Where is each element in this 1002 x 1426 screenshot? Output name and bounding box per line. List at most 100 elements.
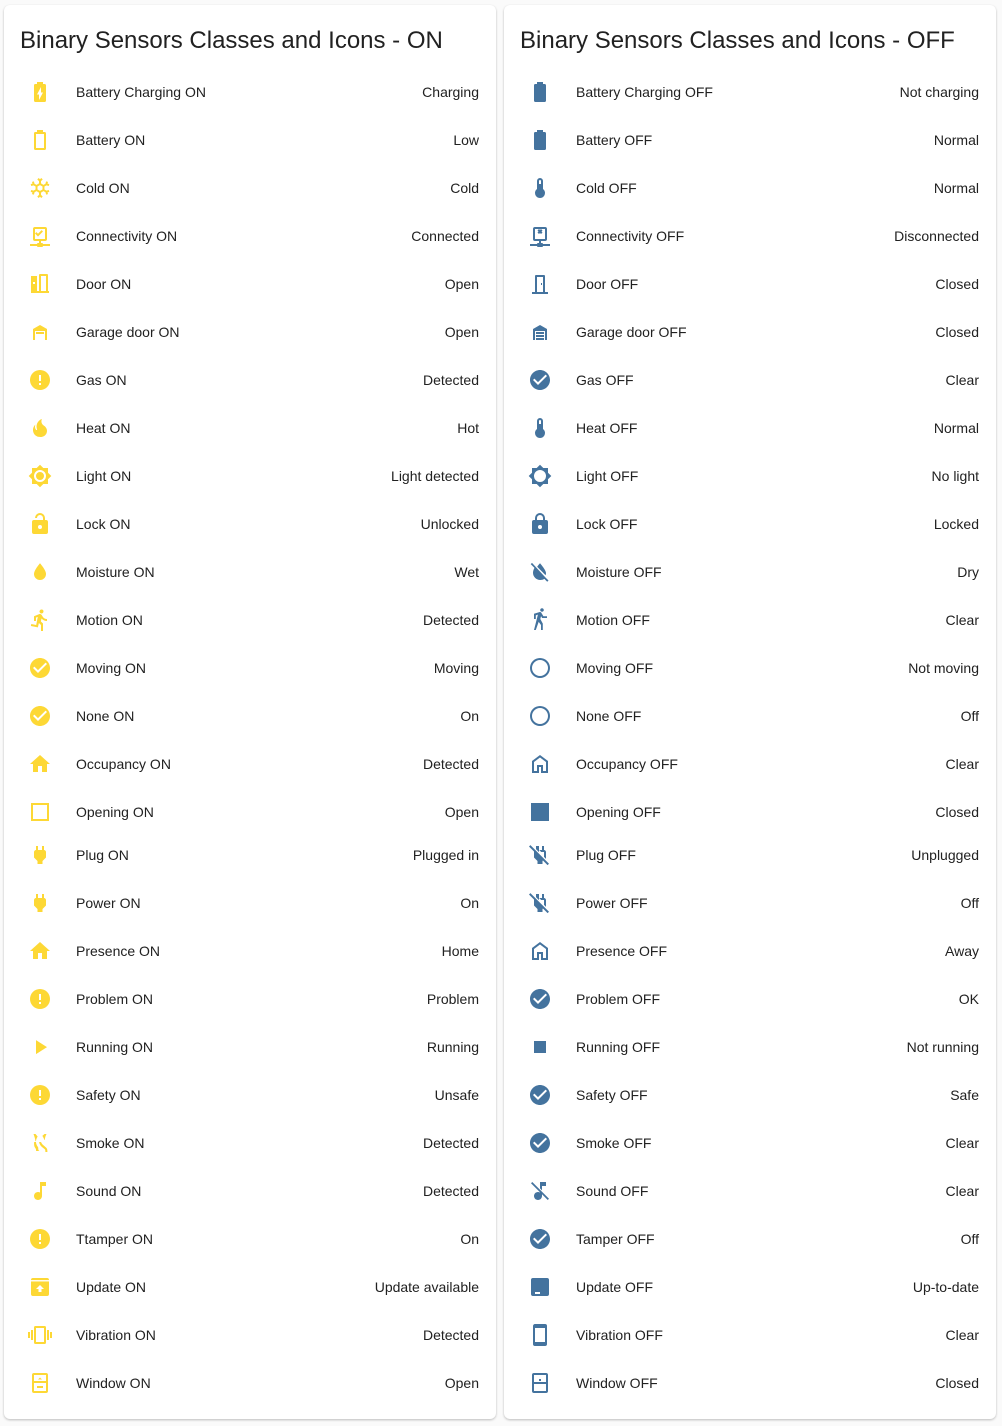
entity-name[interactable]: Occupancy ON — [76, 756, 171, 772]
entity-row[interactable]: Smoke ON Detected — [4, 1123, 496, 1163]
entity-row[interactable]: Door ON Open — [4, 264, 496, 304]
entity-row[interactable]: Moisture ON Wet — [4, 552, 496, 592]
entity-row[interactable]: Heat OFF Normal — [504, 408, 996, 448]
entity-row[interactable]: Door OFF Closed — [504, 264, 996, 304]
entity-name[interactable]: Vibration OFF — [576, 1327, 663, 1343]
entity-name[interactable]: Smoke OFF — [576, 1135, 651, 1151]
entity-name[interactable]: Cold OFF — [576, 180, 637, 196]
entity-name[interactable]: Battery Charging ON — [76, 84, 206, 100]
entity-row[interactable]: Battery ON Low — [4, 120, 496, 160]
entity-row[interactable]: Safety OFF Safe — [504, 1075, 996, 1115]
entity-row[interactable]: Cold OFF Normal — [504, 168, 996, 208]
entity-row[interactable]: Window OFF Closed — [504, 1363, 996, 1403]
entity-row[interactable]: Battery Charging OFF Not charging — [504, 72, 996, 112]
entity-row[interactable]: Problem OFF OK — [504, 979, 996, 1019]
entity-name[interactable]: Motion OFF — [576, 612, 650, 628]
entity-name[interactable]: Running ON — [76, 1039, 153, 1055]
entity-row[interactable]: Vibration OFF Clear — [504, 1315, 996, 1355]
entity-row[interactable]: Lock ON Unlocked — [4, 504, 496, 544]
entity-row[interactable]: Problem ON Problem — [4, 979, 496, 1019]
entity-name[interactable]: Tamper OFF — [576, 1231, 655, 1247]
entity-row[interactable]: Connectivity ON Connected — [4, 216, 496, 256]
entity-name[interactable]: Garage door ON — [76, 324, 180, 340]
entity-name[interactable]: Moving OFF — [576, 660, 653, 676]
entity-row[interactable]: Sound OFF Clear — [504, 1171, 996, 1211]
entity-row[interactable]: Running OFF Not running — [504, 1027, 996, 1067]
entity-row[interactable]: Occupancy OFF Clear — [504, 744, 996, 784]
entity-row[interactable]: None OFF Off — [504, 696, 996, 736]
entity-name[interactable]: Connectivity ON — [76, 228, 177, 244]
entity-row[interactable]: Opening OFF Closed — [504, 792, 996, 832]
entity-name[interactable]: Gas ON — [76, 372, 127, 388]
entity-name[interactable]: Moving ON — [76, 660, 146, 676]
entity-row[interactable]: Plug ON Plugged in — [4, 835, 496, 875]
entity-row[interactable]: Opening ON Open — [4, 792, 496, 832]
entity-name[interactable]: Lock OFF — [576, 516, 637, 532]
entity-name[interactable]: Gas OFF — [576, 372, 634, 388]
entity-name[interactable]: Motion ON — [76, 612, 143, 628]
entity-name[interactable]: Moisture ON — [76, 564, 155, 580]
entity-name[interactable]: Power OFF — [576, 895, 648, 911]
entity-name[interactable]: Update OFF — [576, 1279, 653, 1295]
entity-name[interactable]: Battery Charging OFF — [576, 84, 713, 100]
entity-name[interactable]: None OFF — [576, 708, 641, 724]
entity-name[interactable]: Battery ON — [76, 132, 145, 148]
entity-row[interactable]: Light OFF No light — [504, 456, 996, 496]
entity-row[interactable]: Garage door OFF Closed — [504, 312, 996, 352]
entity-name[interactable]: Occupancy OFF — [576, 756, 678, 772]
entity-name[interactable]: Door OFF — [576, 276, 638, 292]
entity-name[interactable]: Heat ON — [76, 420, 130, 436]
entity-row[interactable]: Gas OFF Clear — [504, 360, 996, 400]
entity-name[interactable]: Window OFF — [576, 1375, 658, 1391]
entity-name[interactable]: Update ON — [76, 1279, 146, 1295]
entity-row[interactable]: Lock OFF Locked — [504, 504, 996, 544]
entity-name[interactable]: Cold ON — [76, 180, 130, 196]
entity-row[interactable]: Power ON On — [4, 883, 496, 923]
entity-row[interactable]: Running ON Running — [4, 1027, 496, 1067]
entity-row[interactable]: Plug OFF Unplugged — [504, 835, 996, 875]
entity-row[interactable]: Occupancy ON Detected — [4, 744, 496, 784]
entity-name[interactable]: Lock ON — [76, 516, 130, 532]
entity-row[interactable]: Update OFF Up-to-date — [504, 1267, 996, 1307]
entity-name[interactable]: Connectivity OFF — [576, 228, 684, 244]
entity-row[interactable]: Light ON Light detected — [4, 456, 496, 496]
entity-row[interactable]: Garage door ON Open — [4, 312, 496, 352]
entity-row[interactable]: Cold ON Cold — [4, 168, 496, 208]
entity-row[interactable]: Gas ON Detected — [4, 360, 496, 400]
entity-name[interactable]: Safety ON — [76, 1087, 141, 1103]
entity-name[interactable]: Sound ON — [76, 1183, 141, 1199]
entity-name[interactable]: Light OFF — [576, 468, 638, 484]
entity-name[interactable]: Ttamper ON — [76, 1231, 153, 1247]
entity-name[interactable]: Opening OFF — [576, 804, 661, 820]
entity-row[interactable]: Presence ON Home — [4, 931, 496, 971]
entity-name[interactable]: Light ON — [76, 468, 131, 484]
entity-row[interactable]: Battery OFF Normal — [504, 120, 996, 160]
entity-row[interactable]: Connectivity OFF Disconnected — [504, 216, 996, 256]
entity-row[interactable]: Moving OFF Not moving — [504, 648, 996, 688]
entity-name[interactable]: Plug OFF — [576, 847, 636, 863]
entity-name[interactable]: Sound OFF — [576, 1183, 648, 1199]
entity-name[interactable]: Window ON — [76, 1375, 151, 1391]
entity-name[interactable]: Battery OFF — [576, 132, 652, 148]
entity-row[interactable]: Smoke OFF Clear — [504, 1123, 996, 1163]
entity-name[interactable]: Opening ON — [76, 804, 154, 820]
entity-row[interactable]: Tamper OFF Off — [504, 1219, 996, 1259]
entity-name[interactable]: Smoke ON — [76, 1135, 144, 1151]
entity-name[interactable]: None ON — [76, 708, 134, 724]
entity-row[interactable]: Update ON Update available — [4, 1267, 496, 1307]
entity-name[interactable]: Problem OFF — [576, 991, 660, 1007]
entity-name[interactable]: Problem ON — [76, 991, 153, 1007]
entity-name[interactable]: Vibration ON — [76, 1327, 156, 1343]
entity-row[interactable]: Motion ON Detected — [4, 600, 496, 640]
entity-row[interactable]: Safety ON Unsafe — [4, 1075, 496, 1115]
entity-row[interactable]: Moisture OFF Dry — [504, 552, 996, 592]
entity-name[interactable]: Moisture OFF — [576, 564, 662, 580]
entity-name[interactable]: Presence ON — [76, 943, 160, 959]
entity-row[interactable]: Sound ON Detected — [4, 1171, 496, 1211]
entity-row[interactable]: Vibration ON Detected — [4, 1315, 496, 1355]
entity-name[interactable]: Presence OFF — [576, 943, 667, 959]
entity-name[interactable]: Heat OFF — [576, 420, 637, 436]
entity-name[interactable]: Garage door OFF — [576, 324, 687, 340]
entity-name[interactable]: Plug ON — [76, 847, 129, 863]
entity-row[interactable]: Moving ON Moving — [4, 648, 496, 688]
